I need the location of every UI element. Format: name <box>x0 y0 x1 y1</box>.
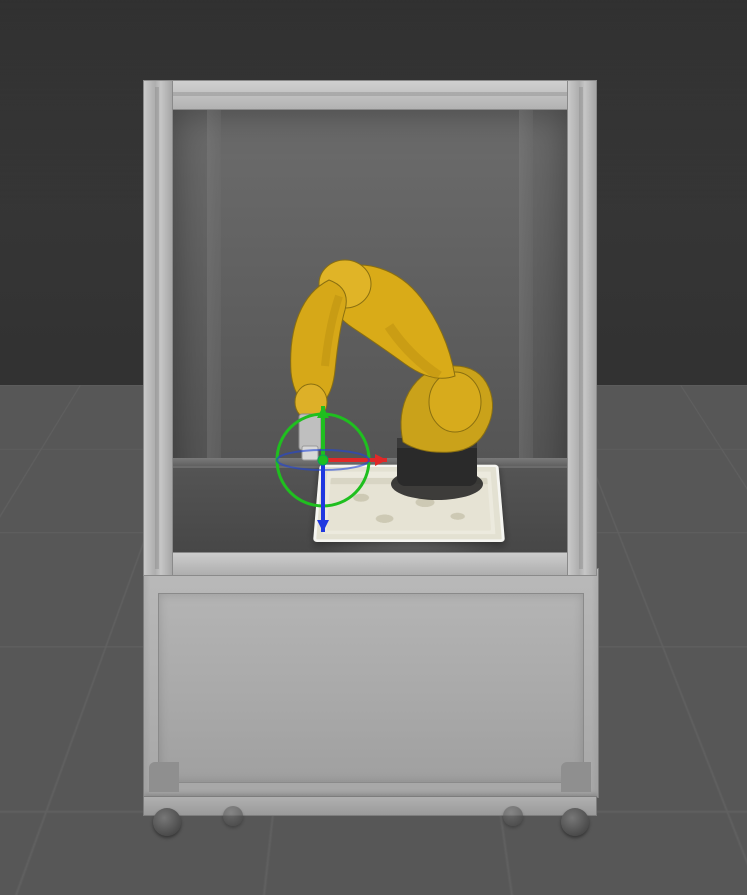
corner-bracket <box>149 762 179 792</box>
caster-wheel <box>561 808 589 836</box>
gizmo-origin[interactable] <box>318 455 328 465</box>
robot-cell <box>143 80 597 826</box>
gizmo-x-arrow[interactable] <box>375 454 387 466</box>
corner-bracket <box>561 762 591 792</box>
viewport-3d[interactable] <box>0 0 747 895</box>
frame-rail-mid <box>143 552 597 576</box>
cabinet-lower-panel <box>143 568 599 798</box>
caster-wheel <box>503 806 523 826</box>
frame-column-right <box>567 80 597 576</box>
rear-column <box>207 110 221 482</box>
cell-interior <box>173 110 567 552</box>
base-rail <box>143 796 597 816</box>
frame-column-left <box>143 80 173 576</box>
caster-wheel <box>153 808 181 836</box>
caster-wheel <box>223 806 243 826</box>
frame-rail-top <box>143 80 597 110</box>
transform-gizmo[interactable] <box>253 400 393 540</box>
gizmo-y-arrow[interactable] <box>317 406 329 418</box>
cabinet-door <box>158 593 584 783</box>
rear-column <box>519 110 533 482</box>
gizmo-z-arrow[interactable] <box>317 520 329 532</box>
